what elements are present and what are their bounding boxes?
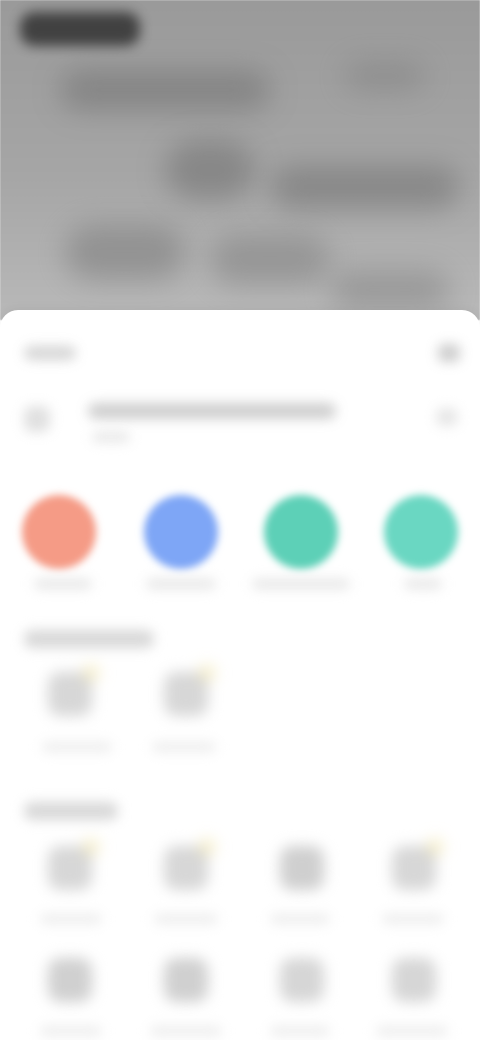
primary-action-blue-label	[146, 579, 216, 589]
chevron-left-icon[interactable]	[24, 406, 50, 432]
sheet-header	[0, 320, 480, 380]
primary-action-orange[interactable]	[22, 495, 96, 569]
hero-blob	[60, 70, 270, 110]
section-1-item-1-label	[42, 742, 112, 752]
hero-blob	[165, 140, 255, 200]
primary-action-orange-label	[34, 579, 92, 589]
section-2-item-5-label	[40, 1026, 102, 1036]
settings-icon[interactable]	[438, 344, 460, 362]
section-2-item-6-label	[150, 1026, 222, 1036]
section-2-item-6-icon[interactable]	[164, 958, 208, 1002]
sheet-subheader-line	[88, 403, 336, 419]
sheet-subheader-subline	[92, 432, 130, 442]
screen	[0, 0, 480, 1040]
primary-action-mint[interactable]	[384, 495, 458, 569]
hero-blob	[65, 225, 185, 280]
status-bar-block	[20, 12, 140, 46]
section-title-2	[24, 802, 118, 820]
section-2-item-4-icon[interactable]	[392, 846, 436, 890]
hero-blob	[345, 62, 425, 90]
primary-action-teal-label	[252, 579, 350, 589]
section-2-item-7-icon[interactable]	[280, 958, 324, 1002]
hero-blob	[210, 235, 330, 285]
bottom-sheet	[0, 310, 480, 1040]
primary-action-teal[interactable]	[264, 495, 338, 569]
status-bar	[0, 0, 480, 50]
section-1-item-2-label	[152, 742, 216, 752]
section-2-item-3-label	[270, 914, 330, 924]
section-1-item-2-icon[interactable]	[164, 672, 208, 716]
section-2-item-8-icon[interactable]	[392, 958, 436, 1002]
section-2-item-3-icon[interactable]	[280, 846, 324, 890]
hero-blob	[330, 270, 450, 310]
section-2-item-2-icon[interactable]	[164, 846, 208, 890]
primary-action-blue[interactable]	[144, 495, 218, 569]
section-2-item-5-icon[interactable]	[48, 958, 92, 1002]
hero-blob	[270, 165, 460, 209]
section-2-item-8-label	[376, 1026, 448, 1036]
chevron-right-icon[interactable]	[436, 408, 458, 426]
section-2-item-7-label	[270, 1026, 330, 1036]
sheet-header-title	[24, 346, 76, 360]
section-1-item-1-icon[interactable]	[48, 672, 92, 716]
primary-action-mint-label	[404, 579, 442, 589]
section-2-item-1-icon[interactable]	[48, 846, 92, 890]
section-2-item-2-label	[154, 914, 218, 924]
section-title-1	[24, 630, 154, 648]
primary-actions-row	[0, 485, 480, 605]
section-2-item-4-label	[382, 914, 444, 924]
section-2-item-1-label	[40, 914, 102, 924]
